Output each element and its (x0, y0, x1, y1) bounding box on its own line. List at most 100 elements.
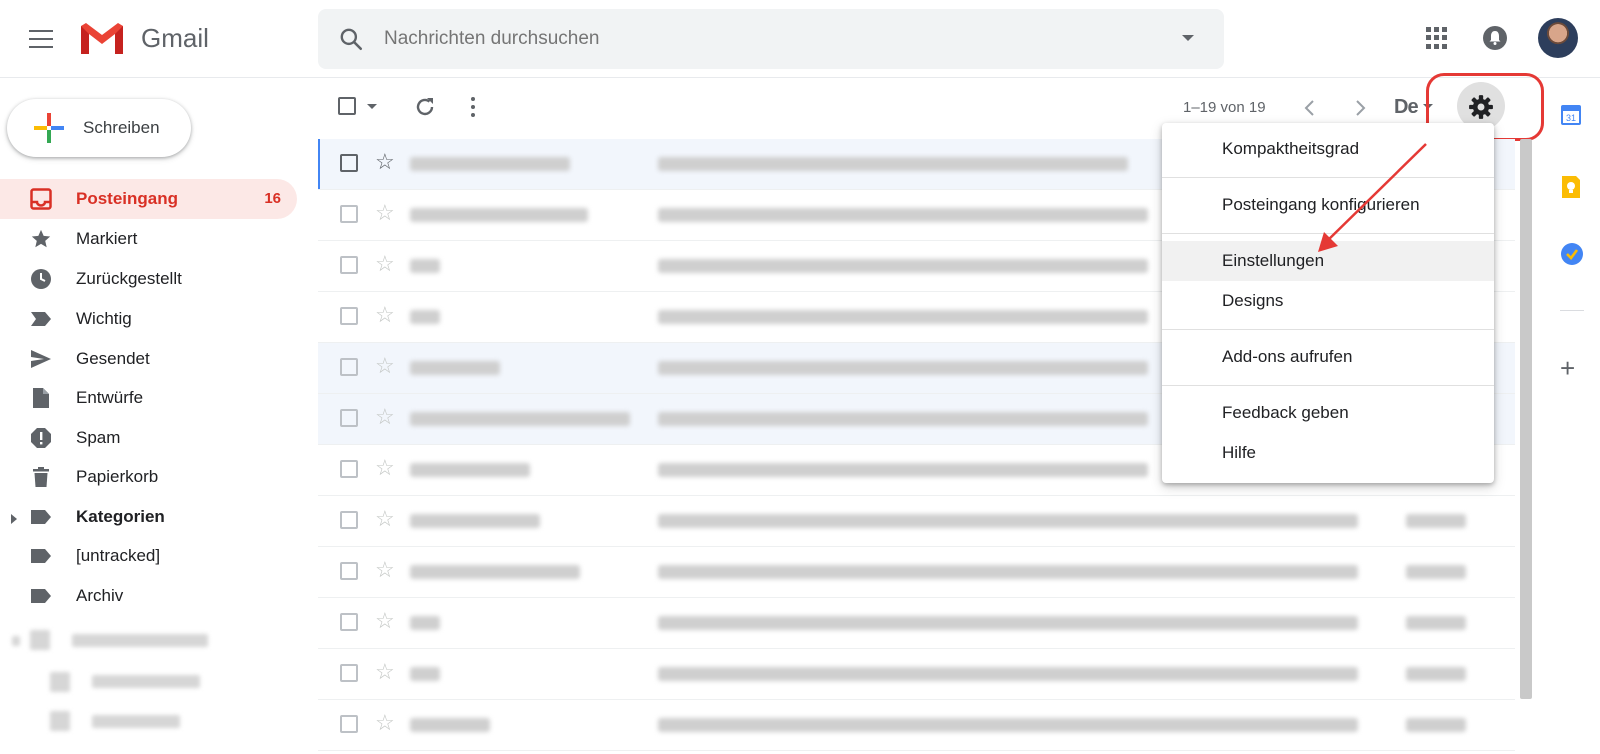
redacted-date (1406, 514, 1466, 528)
sidebar-item-spam[interactable]: Spam (0, 418, 297, 458)
menu-divider (1162, 329, 1494, 330)
row-checkbox[interactable] (340, 562, 358, 580)
row-checkbox[interactable] (340, 715, 358, 733)
sidebar-item-categories[interactable]: Kategorien (0, 497, 297, 537)
redacted-block (50, 672, 70, 692)
star-icon[interactable]: ☆ (375, 355, 395, 377)
sidebar-item-label: Archiv (76, 586, 124, 605)
calendar-icon[interactable]: 31 (1560, 102, 1582, 131)
sidebar-item-trash[interactable]: Papierkorb (0, 457, 297, 497)
redacted-block (12, 636, 20, 646)
redacted-subject (658, 718, 1358, 732)
row-checkbox[interactable] (340, 664, 358, 682)
sidebar-item-drafts[interactable]: Entwürfe (0, 378, 297, 418)
star-icon[interactable]: ☆ (375, 610, 395, 632)
app-name: Gmail (141, 23, 209, 53)
select-all-checkbox[interactable] (338, 97, 356, 115)
star-icon[interactable]: ☆ (375, 661, 395, 683)
redacted-block (50, 711, 70, 731)
refresh-icon[interactable] (413, 95, 437, 124)
label-icon (30, 545, 52, 567)
input-language-button[interactable]: De (1394, 96, 1419, 119)
list-scrollbar[interactable] (1520, 139, 1532, 699)
row-checkbox[interactable] (340, 205, 358, 223)
sidebar-item-label: Entwürfe (76, 388, 144, 407)
main-menu-icon[interactable] (29, 30, 53, 48)
menu-divider (1162, 385, 1494, 386)
star-icon[interactable]: ☆ (375, 304, 395, 326)
redacted-sender (410, 361, 500, 375)
redacted-subject (658, 514, 1358, 528)
sidebar-item-label: [untracked] (76, 546, 161, 565)
row-checkbox[interactable] (340, 307, 358, 325)
sidebar-item-sent[interactable]: Gesendet (0, 339, 297, 379)
menu-item-help[interactable]: Hilfe (1162, 433, 1494, 473)
table-row[interactable]: ☆ (318, 496, 1515, 547)
redacted-subject (658, 259, 1148, 273)
star-icon[interactable]: ☆ (375, 151, 395, 173)
star-icon[interactable]: ☆ (375, 202, 395, 224)
table-row[interactable]: ☆ (318, 598, 1515, 649)
table-row[interactable]: ☆ (318, 547, 1515, 598)
menu-item-feedback[interactable]: Feedback geben (1162, 393, 1494, 433)
search-options-icon[interactable] (1182, 35, 1194, 41)
tasks-icon[interactable] (1560, 242, 1584, 271)
gmail-logo-icon[interactable] (78, 20, 126, 61)
more-vert-icon[interactable] (471, 97, 475, 117)
clock-icon (30, 268, 52, 290)
add-addon-plus-icon[interactable]: + (1560, 355, 1575, 381)
spam-icon (30, 427, 52, 449)
chevron-right-icon[interactable] (1352, 98, 1368, 123)
row-checkbox[interactable] (340, 409, 358, 427)
table-row[interactable]: ☆ (318, 649, 1515, 700)
redacted-date (1406, 718, 1466, 732)
star-icon[interactable]: ☆ (375, 253, 395, 275)
redacted-subject (658, 157, 1128, 171)
redacted-sender (410, 514, 540, 528)
menu-item-label: Feedback geben (1222, 403, 1349, 422)
redacted-block (92, 675, 200, 688)
row-checkbox[interactable] (340, 460, 358, 478)
sidebar-item-label: Spam (76, 428, 121, 447)
star-icon[interactable]: ☆ (375, 457, 395, 479)
redacted-sender (410, 463, 530, 477)
avatar[interactable] (1538, 18, 1578, 58)
rail-divider (1560, 310, 1584, 311)
notifications-bell-icon[interactable] (1483, 26, 1507, 55)
sidebar-item-archive[interactable]: Archiv (0, 576, 297, 616)
sidebar-item-inbox[interactable]: Posteingang 16 (0, 179, 297, 219)
menu-item-addons[interactable]: Add-ons aufrufen (1162, 337, 1494, 377)
plus-icon (34, 113, 64, 143)
search-icon[interactable] (338, 26, 364, 57)
sidebar-item-label: Posteingang (76, 189, 179, 208)
sidebar-item-snoozed[interactable]: Zurückgestellt (0, 259, 297, 299)
compose-button[interactable]: Schreiben (7, 99, 191, 157)
redacted-date (1406, 616, 1466, 630)
row-checkbox[interactable] (340, 154, 358, 172)
select-options-caret-icon[interactable] (367, 104, 377, 109)
label-important-icon (30, 308, 52, 330)
chevron-left-icon[interactable] (1302, 98, 1318, 123)
redacted-subject (658, 463, 1148, 477)
star-icon[interactable]: ☆ (375, 712, 395, 734)
star-icon[interactable]: ☆ (375, 406, 395, 428)
row-checkbox[interactable] (340, 358, 358, 376)
pagination-info: 1–19 von 19 (1183, 99, 1266, 116)
row-checkbox[interactable] (340, 613, 358, 631)
star-icon[interactable]: ☆ (375, 559, 395, 581)
table-row[interactable]: ☆ (318, 700, 1515, 751)
redacted-subject (658, 208, 1148, 222)
sidebar-item-untracked[interactable]: [untracked] (0, 536, 297, 576)
apps-grid-icon[interactable] (1426, 27, 1448, 49)
row-checkbox[interactable] (340, 256, 358, 274)
star-icon[interactable]: ☆ (375, 508, 395, 530)
trash-icon (30, 466, 52, 488)
menu-item-themes[interactable]: Designs (1162, 281, 1494, 321)
search-input[interactable] (384, 23, 1084, 55)
keep-icon[interactable] (1560, 175, 1582, 204)
sidebar-item-important[interactable]: Wichtig (0, 299, 297, 339)
redacted-subject (658, 412, 1148, 426)
sidebar-item-starred[interactable]: Markiert (0, 219, 297, 259)
row-checkbox[interactable] (340, 511, 358, 529)
redacted-sender (410, 718, 490, 732)
